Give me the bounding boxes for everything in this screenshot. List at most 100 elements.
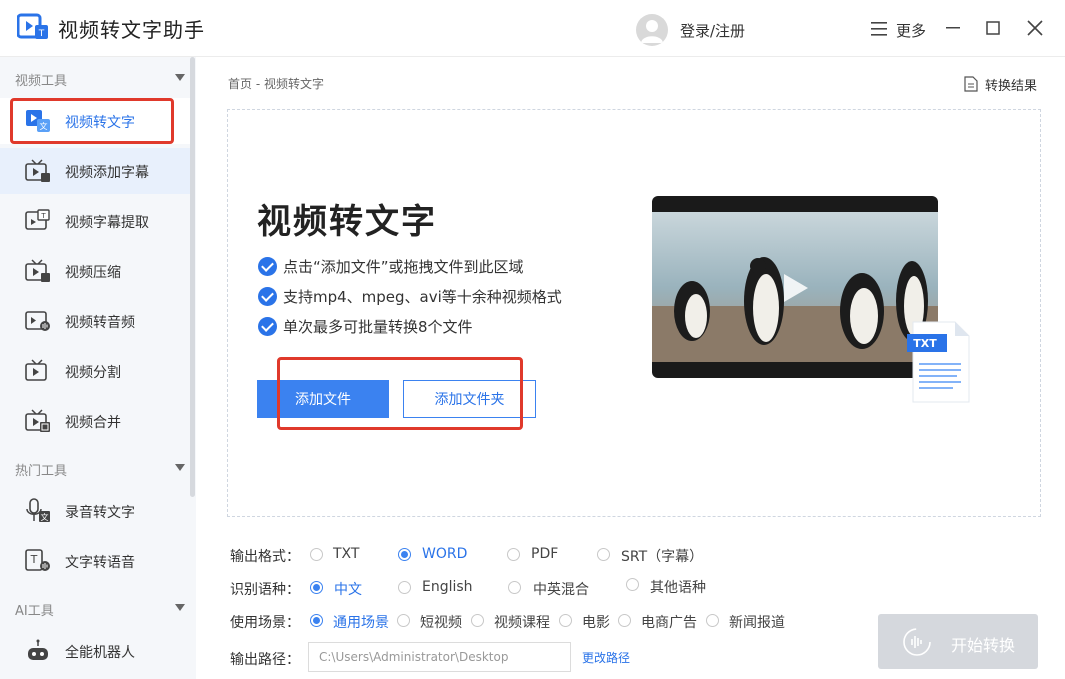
format-option-txt[interactable]: TXT <box>333 546 359 562</box>
video-compress-icon <box>25 259 50 282</box>
sidebar-item-video-compress[interactable]: 视频压缩 <box>0 248 190 294</box>
sidebar-item-label: 视频转音频 <box>65 315 135 331</box>
scene-option-short-video[interactable]: 短视频 <box>420 612 462 632</box>
app-logo-icon: T <box>17 13 48 39</box>
sidebar-group-video-tools: 视频工具 <box>15 74 68 89</box>
language-radio-english[interactable] <box>398 581 411 594</box>
check-circle-icon <box>258 317 277 336</box>
robot-icon <box>28 639 48 660</box>
scene-label: 使用场景： <box>230 615 300 631</box>
change-path-link[interactable]: 更改路径 <box>582 649 630 666</box>
check-circle-icon <box>258 287 277 306</box>
format-radio-pdf[interactable] <box>507 548 520 561</box>
sidebar-item-label: 视频转文字 <box>65 115 135 131</box>
format-radio-txt[interactable] <box>310 548 323 561</box>
video-to-text-icon: 文 <box>26 110 50 132</box>
feature-text: 点击“添加文件”或拖拽文件到此区域 <box>283 258 524 276</box>
feature-text: 单次最多可批量转换8个文件 <box>283 318 473 336</box>
minimize-icon[interactable] <box>942 17 964 39</box>
sidebar-item-video-split[interactable]: 视频分割 <box>0 348 190 394</box>
svg-text:T: T <box>40 212 46 220</box>
svg-text:TXT: TXT <box>913 337 937 350</box>
scene-radio-movie[interactable] <box>559 614 572 627</box>
more-menu-label[interactable]: 更多 <box>896 20 926 41</box>
svg-text:文: 文 <box>40 121 48 131</box>
sidebar-item-label: 视频添加字幕 <box>65 165 149 181</box>
text-speech-icon: T <box>25 549 50 571</box>
sidebar-item-text-to-speech[interactable]: T 文字转语音 <box>0 538 190 584</box>
menu-icon[interactable] <box>871 22 887 36</box>
scene-option-course[interactable]: 视频课程 <box>494 612 550 632</box>
sidebar-item-video-to-audio[interactable]: 视频转音频 <box>0 298 190 344</box>
scene-radio-course[interactable] <box>471 614 484 627</box>
subtitle-extract-icon: T <box>25 209 50 230</box>
add-file-button[interactable]: 添加文件 <box>257 380 389 418</box>
check-circle-icon <box>258 257 277 276</box>
language-radio-other[interactable] <box>626 578 639 591</box>
format-radio-srt[interactable] <box>597 548 610 561</box>
sidebar-item-video-merge[interactable]: 视频合并 <box>0 398 190 444</box>
start-convert-button[interactable]: 开始转换 <box>878 614 1038 669</box>
svg-text:文: 文 <box>41 512 49 522</box>
scene-option-general[interactable]: 通用场景 <box>333 612 389 632</box>
close-icon[interactable] <box>1024 17 1046 39</box>
language-radio-mixed[interactable] <box>508 581 521 594</box>
scene-option-movie[interactable]: 电影 <box>582 612 610 632</box>
video-merge-icon <box>25 409 50 432</box>
sidebar-scrollbar[interactable] <box>190 57 195 497</box>
scene-radio-general[interactable] <box>310 614 323 627</box>
scene-radio-news[interactable] <box>706 614 719 627</box>
caret-down-icon[interactable] <box>175 464 185 471</box>
page-title: 视频转文字 <box>257 202 437 242</box>
breadcrumb: 首页 - 视频转文字 <box>228 77 324 91</box>
audio-wave-icon <box>903 628 931 656</box>
language-option-other[interactable]: 其他语种 <box>650 577 706 597</box>
sidebar-item-audio-to-text[interactable]: 文 录音转文字 <box>0 488 190 534</box>
sidebar-item-label: 文字转语音 <box>65 555 135 571</box>
maximize-icon[interactable] <box>982 17 1004 39</box>
sidebar-item-robot[interactable]: 全能机器人 <box>0 628 190 674</box>
language-label: 识别语种： <box>230 582 300 598</box>
scene-option-ecommerce[interactable]: 电商广告 <box>641 612 697 632</box>
title-bar: T 视频转文字助手 登录/注册 更多 <box>0 0 1065 57</box>
conversion-results-link[interactable]: 转换结果 <box>985 75 1037 94</box>
login-link[interactable]: 登录/注册 <box>680 20 745 41</box>
scene-radio-ecommerce[interactable] <box>618 614 631 627</box>
video-preview <box>652 196 938 378</box>
format-option-word[interactable]: WORD <box>422 546 467 562</box>
sidebar-item-add-subtitles[interactable]: 视频添加字幕 <box>0 148 190 194</box>
caret-down-icon[interactable] <box>175 74 185 81</box>
scene-option-news[interactable]: 新闻报道 <box>729 612 785 632</box>
txt-document-icon: TXT <box>907 320 973 404</box>
scene-radio-short-video[interactable] <box>397 614 410 627</box>
avatar[interactable] <box>636 14 668 46</box>
feature-item: 单次最多可批量转换8个文件 <box>258 316 473 337</box>
output-format-label: 输出格式： <box>230 549 300 565</box>
format-radio-word[interactable] <box>398 548 411 561</box>
format-option-srt[interactable]: SRT（字幕） <box>621 546 703 566</box>
feature-item: 支持mp4、mpeg、avi等十余种视频格式 <box>258 286 562 307</box>
document-icon[interactable] <box>964 76 978 92</box>
sidebar-item-label: 视频字幕提取 <box>65 215 149 231</box>
start-convert-label: 开始转换 <box>951 636 1016 655</box>
caret-down-icon[interactable] <box>175 604 185 611</box>
sidebar-item-video-to-text[interactable]: 文 视频转文字 <box>0 98 190 144</box>
video-split-icon <box>25 359 47 381</box>
sidebar-item-subtitle-extract[interactable]: T 视频字幕提取 <box>0 198 190 244</box>
sidebar-item-label: 视频分割 <box>65 365 121 381</box>
sidebar-group-ai-tools: AI工具 <box>15 604 54 619</box>
output-path-label: 输出路径： <box>230 652 300 668</box>
format-option-pdf[interactable]: PDF <box>531 546 558 562</box>
tv-subtitle-icon <box>25 159 50 182</box>
language-option-english[interactable]: English <box>422 579 473 595</box>
app-title: 视频转文字助手 <box>58 18 205 42</box>
video-audio-icon <box>25 311 50 331</box>
language-radio-chinese[interactable] <box>310 581 323 594</box>
sidebar-item-label: 视频合并 <box>65 415 121 431</box>
sidebar-item-label: 录音转文字 <box>65 505 135 521</box>
language-option-chinese[interactable]: 中文 <box>334 579 362 599</box>
add-folder-button[interactable]: 添加文件夹 <box>403 380 536 418</box>
output-path-input[interactable] <box>308 642 571 672</box>
svg-text:T: T <box>38 29 45 39</box>
language-option-mixed[interactable]: 中英混合 <box>533 579 589 599</box>
